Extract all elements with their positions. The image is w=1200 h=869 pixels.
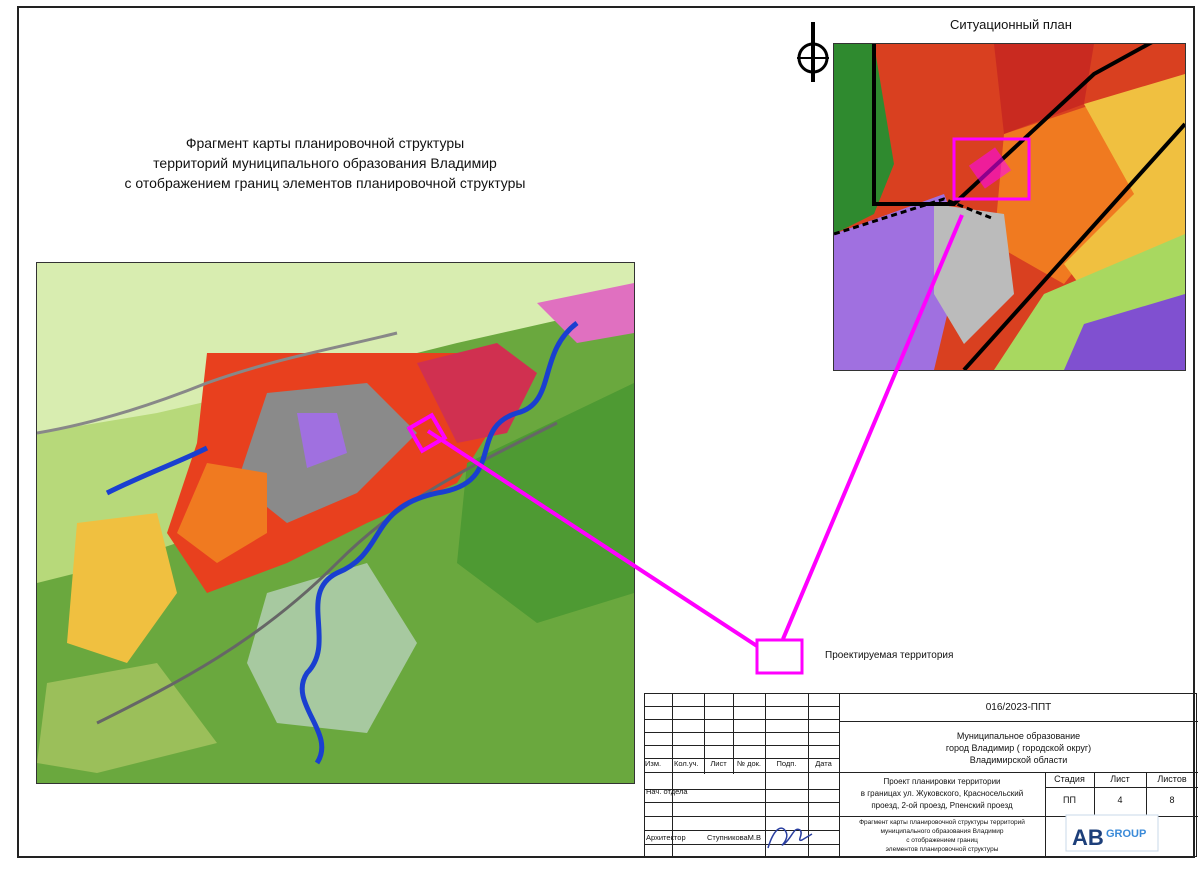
role-dept-head: Нач. отдела bbox=[646, 787, 688, 796]
architect-name: СтупниковаМ.В bbox=[707, 833, 762, 842]
logo-group: GROUP bbox=[1106, 828, 1146, 840]
sheet-title-line-4: элементов планировочной структуры bbox=[885, 846, 999, 853]
situation-plan-map bbox=[833, 43, 1186, 371]
org-line-2: город Владимир ( городской округ) bbox=[945, 743, 1092, 753]
document-code: 016/2023-ППТ bbox=[985, 702, 1052, 713]
sheets-label: Листов bbox=[1157, 774, 1187, 784]
planning-structure-map bbox=[36, 262, 635, 784]
organization: Муниципальное образование город Владимир… bbox=[839, 730, 1198, 766]
sheet-label: Лист bbox=[1110, 774, 1130, 784]
abgroup-logo: AB GROUP bbox=[1064, 813, 1160, 853]
project-name: Проект планировки территории в границах … bbox=[839, 776, 1045, 812]
stage-value: ПП bbox=[1063, 795, 1076, 805]
sheet-value: 4 bbox=[1117, 795, 1123, 805]
header-doc: № док. bbox=[736, 759, 762, 768]
org-line-3: Владимирской области bbox=[969, 755, 1068, 765]
title-line-1: Фрагмент карты планировочной структуры bbox=[185, 135, 465, 151]
north-arrow-icon bbox=[797, 22, 829, 82]
logo-ab: AB bbox=[1072, 825, 1104, 850]
project-line-3: проезд, 2-ой проезд, Рпенский проезд bbox=[871, 801, 1013, 810]
sheet-title-line-2: муниципального образования Владимир bbox=[880, 828, 1004, 835]
sheet-title-line-3: с отображением границ bbox=[906, 837, 978, 844]
project-line-1: Проект планировки территории bbox=[883, 777, 1001, 786]
org-line-1: Муниципальное образование bbox=[956, 731, 1081, 741]
sheet-title-line-1: Фрагмент карты планировочной структуры т… bbox=[859, 819, 1025, 826]
map-title: Фрагмент карты планировочной структуры т… bbox=[55, 133, 595, 193]
situation-plan-title: Ситуационный план bbox=[950, 17, 1072, 32]
header-izm: Изм. bbox=[645, 759, 662, 768]
project-line-2: в границах ул. Жуковского, Красносельски… bbox=[860, 789, 1024, 798]
project-area-label: Проектируемая территория bbox=[825, 650, 954, 661]
signature bbox=[767, 827, 813, 849]
header-list: Лист bbox=[710, 759, 727, 768]
header-sign: Подп. bbox=[776, 759, 797, 768]
header-kol: Кол.уч. bbox=[674, 759, 699, 768]
sheets-value: 8 bbox=[1169, 795, 1175, 805]
stage-label: Стадия bbox=[1054, 774, 1085, 784]
title-line-2: территорий муниципального образования Вл… bbox=[153, 155, 497, 171]
sheet-title: Фрагмент карты планировочной структуры т… bbox=[839, 818, 1045, 854]
title-line-3: с отображением границ элементов планиров… bbox=[124, 175, 526, 191]
header-date: Дата bbox=[815, 759, 832, 768]
role-architect: Архитектор bbox=[646, 833, 686, 842]
